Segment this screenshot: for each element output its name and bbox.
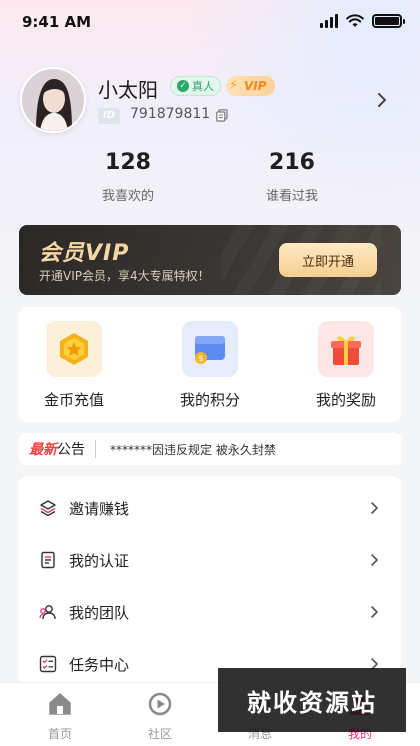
quick-action-rewards[interactable]: 我的奖励 (291, 321, 401, 410)
quick-action-rewards-label: 我的奖励 (315, 391, 376, 409)
layers-icon (40, 500, 56, 517)
stat-visitors-value: 216 (269, 150, 315, 175)
gold-coin-icon (46, 321, 102, 377)
stat-visitors[interactable]: 216 谁看过我 (232, 150, 352, 204)
chevron-right-icon[interactable] (374, 90, 390, 110)
verified-badge-label: 真人 (192, 80, 214, 93)
status-time: 9:41 AM (22, 13, 92, 31)
stat-likes-value: 128 (105, 150, 151, 175)
menu-item-team[interactable]: 我的团队 (19, 586, 401, 638)
tab-community[interactable]: 社区 (120, 691, 200, 742)
status-icons (320, 14, 405, 28)
gift-icon (318, 321, 374, 377)
announcement-bar[interactable]: 最新 公告 *******因违反规定 被永久封禁 (19, 433, 401, 465)
menu-list: 邀请赚钱 我的认证 我的团队 任务中心 (19, 476, 401, 696)
svg-text:$: $ (198, 354, 203, 363)
quick-action-points-label: 我的积分 (179, 391, 240, 409)
wallet-icon: $ (182, 321, 238, 377)
id-label: ID (98, 108, 121, 124)
verified-badge: ✓ 真人 (170, 76, 221, 96)
menu-item-tasks-label: 任务中心 (69, 655, 130, 674)
certificate-icon (41, 551, 55, 569)
stat-visitors-label: 谁看过我 (265, 189, 318, 204)
stat-likes[interactable]: 128 我喜欢的 (68, 150, 188, 204)
menu-item-team-label: 我的团队 (69, 603, 130, 622)
announcement-divider (95, 440, 96, 458)
quick-action-recharge[interactable]: 金币充值 (19, 321, 129, 410)
battery-icon (372, 14, 405, 28)
status-bar: 9:41 AM (0, 0, 420, 46)
user-name: 小太阳 (98, 78, 158, 102)
quick-action-recharge-label: 金币充值 (43, 391, 104, 409)
tab-community-label: 社区 (147, 727, 172, 741)
tab-home[interactable]: 首页 (20, 691, 100, 742)
team-icon (39, 605, 56, 620)
avatar[interactable] (20, 67, 86, 133)
menu-item-invite-label: 邀请赚钱 (69, 499, 130, 518)
stat-likes-label: 我喜欢的 (101, 189, 154, 204)
vip-badge: ⚡ VIP (226, 76, 275, 96)
announcement-new-label: 最新 (29, 442, 57, 458)
lightning-icon: ⚡ (229, 78, 239, 93)
quick-actions-panel: 金币充值 $ 我的积分 我的奖励 (19, 307, 401, 422)
quick-action-points[interactable]: $ 我的积分 (155, 321, 265, 410)
home-icon (49, 693, 71, 715)
copy-icon[interactable] (216, 109, 228, 122)
tab-home-label: 首页 (47, 727, 72, 741)
chevron-right-icon (371, 502, 378, 514)
menu-item-certification-label: 我的认证 (69, 551, 130, 570)
vip-card[interactable]: 会员VIP 开通VIP会员，享4大专属特权！ 立即开通 (19, 225, 401, 295)
signal-icon (320, 14, 338, 28)
vip-badge-label: VIP (244, 79, 267, 93)
avatar-image (22, 69, 84, 131)
menu-item-invite[interactable]: 邀请赚钱 (19, 482, 401, 534)
checklist-icon (39, 655, 57, 673)
watermark-overlay: 就收资源站 (218, 668, 406, 732)
check-icon: ✓ (177, 80, 189, 92)
wifi-icon (346, 14, 364, 27)
chevron-right-icon (371, 606, 378, 618)
community-icon (148, 692, 172, 716)
vip-card-description: 开通VIP会员，享4大专属特权！ (39, 269, 210, 283)
chevron-right-icon (371, 554, 378, 566)
announcement-text: *******因违反规定 被永久封禁 (110, 442, 276, 457)
user-id: 791879811 (130, 106, 211, 122)
vip-card-title: 会员VIP (39, 241, 130, 266)
open-vip-button[interactable]: 立即开通 (279, 243, 377, 277)
menu-item-certification[interactable]: 我的认证 (19, 534, 401, 586)
announcement-tag: 公告 (57, 442, 85, 458)
